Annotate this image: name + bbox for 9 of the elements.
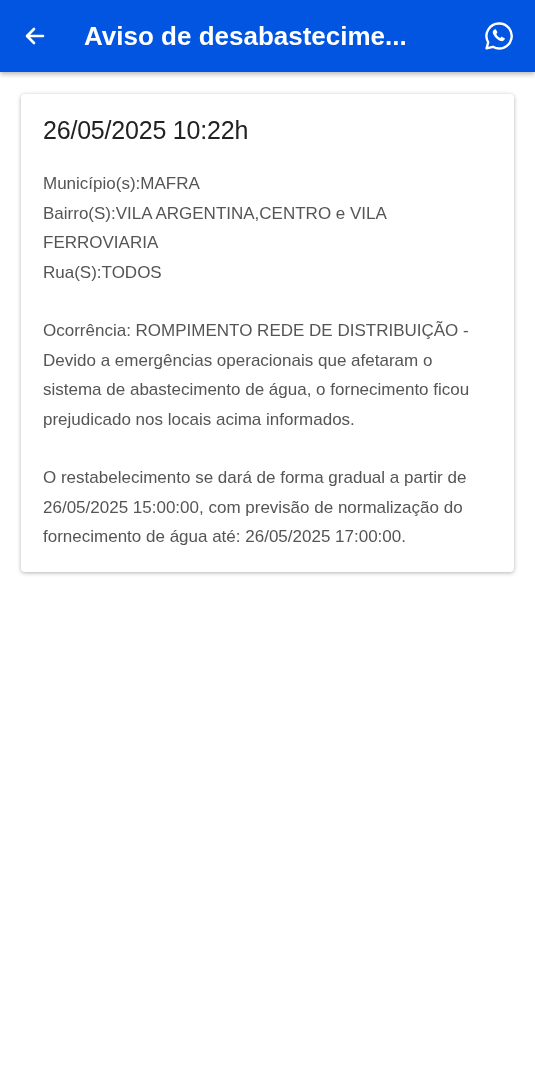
share-button[interactable] [483, 20, 515, 52]
location-line: Município(s):MAFRA [43, 173, 201, 195]
location-line: Rua(S):TODOS [43, 261, 163, 284]
notice-paragraph: Ocorrência: ROMPIMENTO REDE DE DISTRIBUIÇÃO - Devido a emergências operacionais que afetaram o sistema de abastecimento de água, o fornecimento ficou prejudicado nos locais acima informados. [43, 320, 471, 431]
notice-date: 26/05/2025 10:22h [43, 116, 250, 145]
chat-phone-icon [483, 20, 515, 52]
location-line: Bairro(S):VILA ARGENTINA,CENTRO e VILA FERROVIARIA [43, 202, 388, 254]
notice-paragraph: O restabelecimento se dará de forma gradual a partir de 26/05/2025 15:00:00, com previsão de normalização do fornecimento de água até: 26/05/2025 17:00:00. [43, 467, 468, 548]
app-title: Aviso de desabastecime... [84, 20, 408, 52]
